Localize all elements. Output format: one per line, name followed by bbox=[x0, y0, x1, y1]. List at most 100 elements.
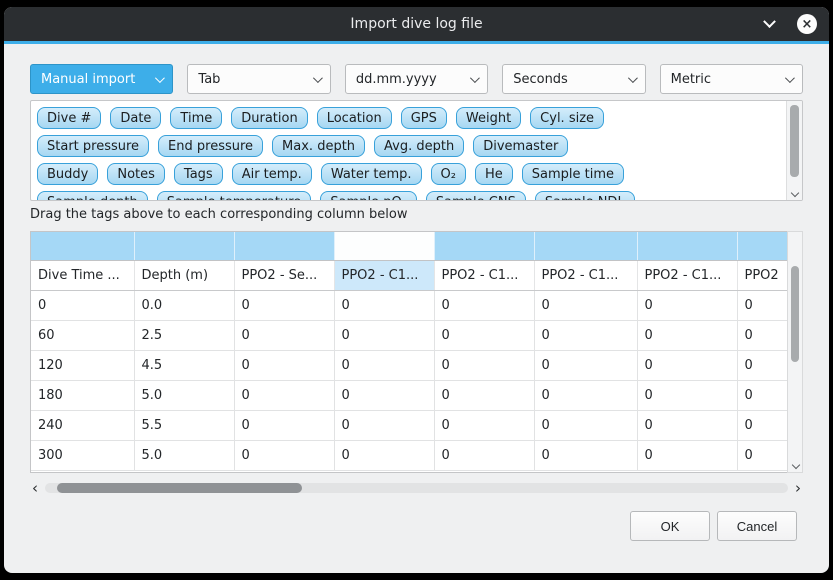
table-horizontal-scrollbar: ‹ › bbox=[30, 481, 803, 495]
cancel-button[interactable]: Cancel bbox=[717, 511, 797, 541]
scrollbar-thumb[interactable] bbox=[791, 266, 799, 362]
table-cell: 0 bbox=[737, 320, 788, 350]
tag-notes[interactable]: Notes bbox=[107, 163, 165, 185]
tag-location[interactable]: Location bbox=[317, 107, 392, 129]
duration-format-value: Seconds bbox=[513, 72, 568, 87]
table-cell: 0 bbox=[434, 320, 534, 350]
table-cell: 0 bbox=[434, 380, 534, 410]
chevron-down-icon bbox=[628, 73, 638, 83]
scrollbar-thumb[interactable] bbox=[57, 483, 302, 493]
tag-weight[interactable]: Weight bbox=[456, 107, 521, 129]
table-vertical-scrollbar[interactable] bbox=[787, 231, 803, 473]
table-cell: 0 bbox=[334, 380, 434, 410]
date-format-value: dd.mm.yyyy bbox=[356, 72, 437, 87]
table-cell: 0 bbox=[434, 440, 534, 470]
table-cell: 0 bbox=[534, 290, 637, 320]
table-cell: 0 bbox=[234, 320, 334, 350]
tag-start-pressure[interactable]: Start pressure bbox=[37, 135, 149, 157]
column-drop-target[interactable] bbox=[334, 232, 434, 260]
scroll-right-icon[interactable]: › bbox=[793, 481, 803, 495]
scrollbar-track[interactable] bbox=[45, 483, 788, 493]
tag-avg-depth[interactable]: Avg. depth bbox=[374, 135, 464, 157]
column-drop-target[interactable] bbox=[31, 232, 134, 260]
tag-sample-cns[interactable]: Sample CNS bbox=[426, 191, 526, 201]
tag-water-temp[interactable]: Water temp. bbox=[321, 163, 422, 185]
table-cell: 120 bbox=[31, 350, 134, 380]
close-icon: × bbox=[802, 18, 813, 31]
chevron-down-icon bbox=[313, 73, 323, 83]
column-drop-target[interactable] bbox=[134, 232, 234, 260]
tag-divemaster[interactable]: Divemaster bbox=[473, 135, 568, 157]
tag-buddy[interactable]: Buddy bbox=[37, 163, 98, 185]
date-format-select[interactable]: dd.mm.yyyy bbox=[345, 64, 488, 94]
tag-duration[interactable]: Duration bbox=[231, 107, 307, 129]
column-header: PPO2 - Se... bbox=[234, 260, 334, 290]
column-drop-target[interactable] bbox=[434, 232, 534, 260]
table-cell: 0 bbox=[334, 290, 434, 320]
table-cell: 0 bbox=[234, 290, 334, 320]
table-cell: 0 bbox=[637, 440, 737, 470]
table-cell: 0 bbox=[234, 440, 334, 470]
tag-sample-ndl[interactable]: Sample NDL bbox=[535, 191, 635, 201]
table-row: 00.0000000 bbox=[31, 290, 788, 320]
tag-sample-depth[interactable]: Sample depth bbox=[37, 191, 148, 201]
preview-table: Dive Time ...Depth (m)PPO2 - Se...PPO2 -… bbox=[31, 232, 788, 471]
table-cell: 300 bbox=[31, 440, 134, 470]
table-cell: 0 bbox=[534, 440, 637, 470]
scrollbar-thumb[interactable] bbox=[790, 105, 799, 177]
tag-tags[interactable]: Tags bbox=[174, 163, 223, 185]
table-cell: 60 bbox=[31, 320, 134, 350]
table-cell: 4.5 bbox=[134, 350, 234, 380]
table-cell: 0 bbox=[637, 290, 737, 320]
accent-line bbox=[4, 41, 829, 44]
table-cell: 0 bbox=[737, 350, 788, 380]
tag-sample-po[interactable]: Sample pO₂ bbox=[320, 191, 417, 201]
scroll-down-icon[interactable] bbox=[791, 189, 799, 197]
tag-dive[interactable]: Dive # bbox=[37, 107, 101, 129]
table-cell: 0 bbox=[637, 410, 737, 440]
table-cell: 5.0 bbox=[134, 380, 234, 410]
scroll-down-icon[interactable] bbox=[792, 461, 800, 469]
units-select[interactable]: Metric bbox=[660, 64, 803, 94]
field-separator-select[interactable]: Tab bbox=[187, 64, 330, 94]
titlebar[interactable]: Import dive log file × bbox=[4, 7, 829, 41]
tag-cyl-size[interactable]: Cyl. size bbox=[530, 107, 604, 129]
table-cell: 0 bbox=[234, 350, 334, 380]
import-mode-select[interactable]: Manual import bbox=[30, 64, 173, 94]
table-row: 2405.5000000 bbox=[31, 410, 788, 440]
duration-format-select[interactable]: Seconds bbox=[502, 64, 645, 94]
options-toolbar: Manual import Tab dd.mm.yyyy Seconds Met… bbox=[30, 64, 803, 94]
drag-instruction: Drag the tags above to each correspondin… bbox=[30, 207, 803, 222]
tag-air-temp[interactable]: Air temp. bbox=[232, 163, 312, 185]
ok-button[interactable]: OK bbox=[630, 511, 710, 541]
tag-rows: Dive # Date Time Duration Location GPS Weight C… bbox=[37, 107, 778, 201]
scroll-left-icon[interactable]: ‹ bbox=[30, 481, 40, 495]
tag-o[interactable]: O₂ bbox=[431, 163, 466, 185]
tag-sample-time[interactable]: Sample time bbox=[522, 163, 624, 185]
tag-row: Buddy Notes Tags Air temp. Water temp. O₂ He Sa… bbox=[37, 163, 778, 185]
column-drop-target[interactable] bbox=[534, 232, 637, 260]
column-drop-target[interactable] bbox=[737, 232, 788, 260]
tag-pool-scrollbar[interactable] bbox=[786, 101, 802, 200]
table-cell: 0 bbox=[534, 350, 637, 380]
tag-end-pressure[interactable]: End pressure bbox=[158, 135, 263, 157]
tag-sample-temperature[interactable]: Sample temperature bbox=[157, 191, 312, 201]
tag-time[interactable]: Time bbox=[170, 107, 222, 129]
close-button[interactable]: × bbox=[797, 14, 817, 34]
tag-he[interactable]: He bbox=[475, 163, 513, 185]
table-cell: 180 bbox=[31, 380, 134, 410]
drop-target-row bbox=[31, 232, 788, 260]
tag-gps[interactable]: GPS bbox=[401, 107, 447, 129]
shade-button[interactable] bbox=[759, 14, 779, 34]
tag-max-depth[interactable]: Max. depth bbox=[272, 135, 365, 157]
table-cell: 0 bbox=[234, 410, 334, 440]
table-cell: 0 bbox=[334, 410, 434, 440]
table-cell: 0 bbox=[637, 350, 737, 380]
column-drop-target[interactable] bbox=[637, 232, 737, 260]
column-drop-target[interactable] bbox=[234, 232, 334, 260]
table-cell: 0 bbox=[737, 290, 788, 320]
tag-row: Start pressure End pressure Max. depth Avg.… bbox=[37, 135, 778, 157]
tag-date[interactable]: Date bbox=[110, 107, 161, 129]
table-cell: 2.5 bbox=[134, 320, 234, 350]
import-dialog-window: Import dive log file × Manual import Tab… bbox=[4, 7, 829, 573]
